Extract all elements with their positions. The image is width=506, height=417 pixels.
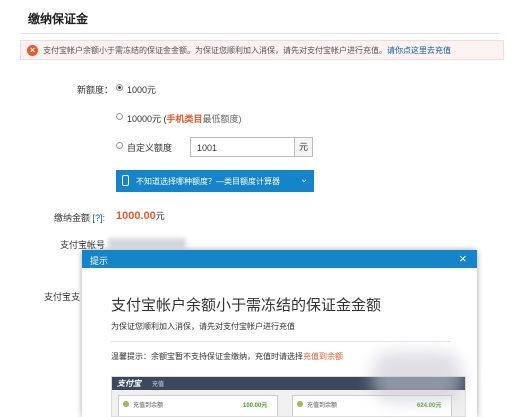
chevron-down-icon: ⌄ xyxy=(300,174,309,185)
option-10000-text: 10000元 ( xyxy=(127,114,167,124)
custom-quota-value: 1001 xyxy=(197,143,218,153)
quota-option-custom[interactable]: 自定义额度 xyxy=(127,141,172,154)
account-redacted xyxy=(108,238,186,248)
quota-radio-1000[interactable] xyxy=(116,84,123,91)
phone-icon xyxy=(122,175,129,186)
quota-radio-custom[interactable] xyxy=(116,142,123,149)
quota-option-1000[interactable]: 1000元 xyxy=(127,83,156,96)
screenshot-tab: 充值 xyxy=(152,382,165,388)
recharge-link[interactable]: 请你点这里去充值 xyxy=(387,46,451,55)
modal-heading: 支付宝帐户余额小于需冻结的保证金金额 xyxy=(111,297,382,314)
amount-row: 缴纳金额 [?]: xyxy=(54,211,105,224)
calculator-text: 不知道选择哪种额度？—类目额度计算器 xyxy=(136,177,280,186)
card-1-amount: 100.00元 xyxy=(243,403,268,409)
quota-calculator-button[interactable]: 不知道选择哪种额度？—类目额度计算器 ⌄ xyxy=(116,170,314,192)
custom-quota-unit: 元 xyxy=(295,137,313,157)
amount-label: 缴纳金额 xyxy=(54,213,91,223)
modal-divider xyxy=(111,341,451,342)
amount-help-link[interactable]: [?]: xyxy=(93,213,106,223)
modal-tip: 温馨提示：余额宝暂不支持保证金缴纳，充值时请选择充值到余额 xyxy=(111,351,343,362)
amount-value: 1000.00 xyxy=(116,210,156,222)
alert-text: 支付宝帐户余额小于需冻结的保证金金额。为保证您顺利加入消保，请先对支付宝帐户进行… xyxy=(43,46,387,55)
screenshot-card-1: 充值到余额 100.00元 xyxy=(118,395,278,416)
error-icon: × xyxy=(27,45,38,56)
card-2-label: 充值到余额 xyxy=(307,403,338,409)
tip-text: 温馨提示：余额宝暂不支持保证金缴纳，充值时请选择 xyxy=(111,352,303,361)
pay-label: 支付宝支 xyxy=(44,292,81,302)
card-dot-icon xyxy=(297,401,303,407)
custom-quota-input[interactable]: 1001 xyxy=(190,137,295,157)
amount-display: 1000.00元 xyxy=(116,209,165,222)
blur-overlay xyxy=(372,352,462,402)
modal-subtext: 为保证您顺利加入消保，请先对支付宝帐户进行充值 xyxy=(111,322,295,331)
quota-option-10000[interactable]: 10000元 (手机类目最低额度) xyxy=(127,112,242,125)
alipay-logo: 支付宝 xyxy=(117,379,141,388)
error-alert: × 支付宝帐户余额小于需冻结的保证金金额。为保证您顺利加入消保，请先对支付宝帐户… xyxy=(20,40,504,60)
modal-title: 提示 xyxy=(90,256,109,266)
option-10000-note: 最低额度) xyxy=(202,114,242,124)
amount-unit: 元 xyxy=(155,211,165,221)
page-title: 缴纳保证金 xyxy=(28,12,89,26)
tip-highlight: 充值到余额 xyxy=(303,352,343,361)
modal-header: 提示 × xyxy=(82,250,477,268)
close-icon[interactable]: × xyxy=(459,251,467,267)
mobile-category-highlight: 手机类目 xyxy=(166,114,203,124)
card-1-label: 充值到余额 xyxy=(133,403,164,409)
card-dot-icon xyxy=(123,401,129,407)
quota-radio-10000[interactable] xyxy=(116,113,123,120)
alert-message: 支付宝帐户余额小于需冻结的保证金金额。为保证您顺利加入消保，请先对支付宝帐户进行… xyxy=(43,45,451,56)
quota-label: 新额度： xyxy=(77,85,114,95)
title-divider xyxy=(20,33,500,34)
